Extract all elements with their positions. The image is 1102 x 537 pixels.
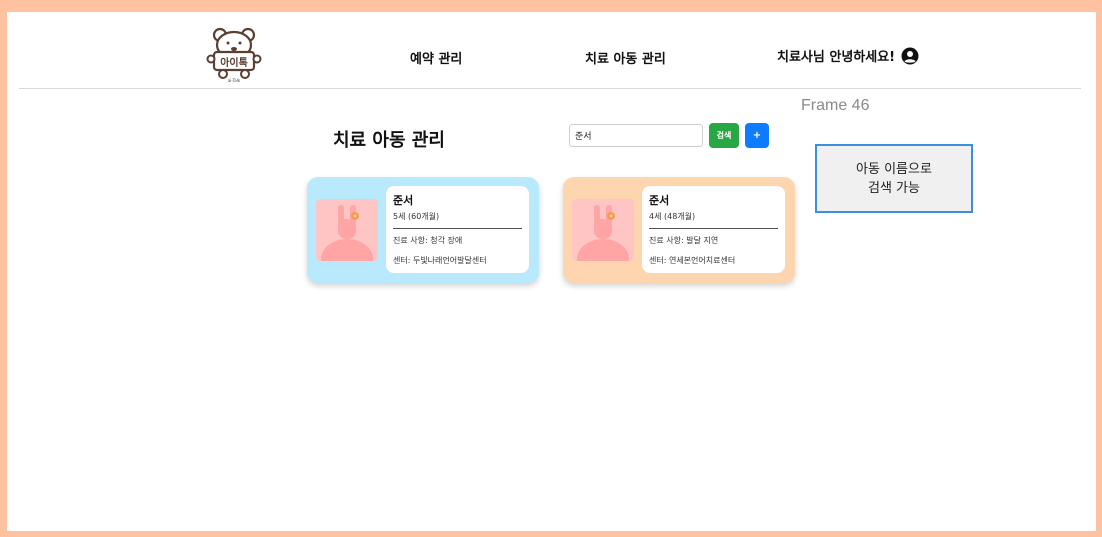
child-info: 준서 4세 (48개월) 진료 사항: 발달 지연 센터: 연세본언어치료센터 xyxy=(642,186,785,273)
page-title: 치료 아동 관리 xyxy=(333,130,445,151)
search-input[interactable] xyxy=(569,124,703,147)
greeting-text: 치료사님 안녕하세요! xyxy=(777,50,896,65)
nav-reservation-link[interactable]: 예약 관리 xyxy=(410,48,462,67)
child-name: 준서 xyxy=(649,194,670,207)
header: 아이톡 ai-Talk 예약 관리 치료 아동 관리 치료사님 안녕하세요! xyxy=(19,12,1081,89)
nav-children-link[interactable]: 치료 아동 관리 xyxy=(585,48,666,67)
user-circle-icon xyxy=(901,47,919,64)
logo[interactable]: 아이톡 ai-Talk xyxy=(206,26,266,84)
avatar xyxy=(316,199,378,261)
child-center: 센터: 연세본언어치료센터 xyxy=(649,256,736,265)
child-info: 준서 5세 (60개월) 진료 사항: 청각 장애 센터: 두빛나래언어발달센터 xyxy=(386,186,529,273)
divider xyxy=(649,228,778,229)
frame-label: Frame 46 xyxy=(801,97,870,114)
search-button[interactable]: 검색 xyxy=(709,123,739,148)
bear-logo-icon: 아이톡 ai-Talk xyxy=(206,27,262,83)
child-diagnosis: 진료 사항: 발달 지연 xyxy=(649,236,719,245)
child-age: 4세 (48개월) xyxy=(649,212,696,221)
child-age: 5세 (60개월) xyxy=(393,212,440,221)
app-frame: 아이톡 ai-Talk 예약 관리 치료 아동 관리 치료사님 안녕하세요! F… xyxy=(7,12,1096,531)
user-menu[interactable]: 치료사님 안녕하세요! xyxy=(777,46,919,65)
logo-text: 아이톡 xyxy=(220,56,248,69)
child-name: 준서 xyxy=(393,194,414,207)
divider xyxy=(393,228,522,229)
child-diagnosis: 진료 사항: 청각 장애 xyxy=(393,236,463,245)
add-child-button[interactable]: + xyxy=(745,123,769,148)
child-card[interactable]: 준서 5세 (60개월) 진료 사항: 청각 장애 센터: 두빛나래언어발달센터 xyxy=(307,177,539,283)
rabbit-avatar-icon xyxy=(577,205,629,261)
avatar xyxy=(572,199,634,261)
logo-subtext: ai-Talk xyxy=(228,78,241,83)
search-hint-annotation: 아동 이름으로 검색 가능 xyxy=(815,144,973,213)
child-card[interactable]: 준서 4세 (48개월) 진료 사항: 발달 지연 센터: 연세본언어치료센터 xyxy=(563,177,795,283)
rabbit-avatar-icon xyxy=(321,205,373,261)
child-center: 센터: 두빛나래언어발달센터 xyxy=(393,256,487,265)
